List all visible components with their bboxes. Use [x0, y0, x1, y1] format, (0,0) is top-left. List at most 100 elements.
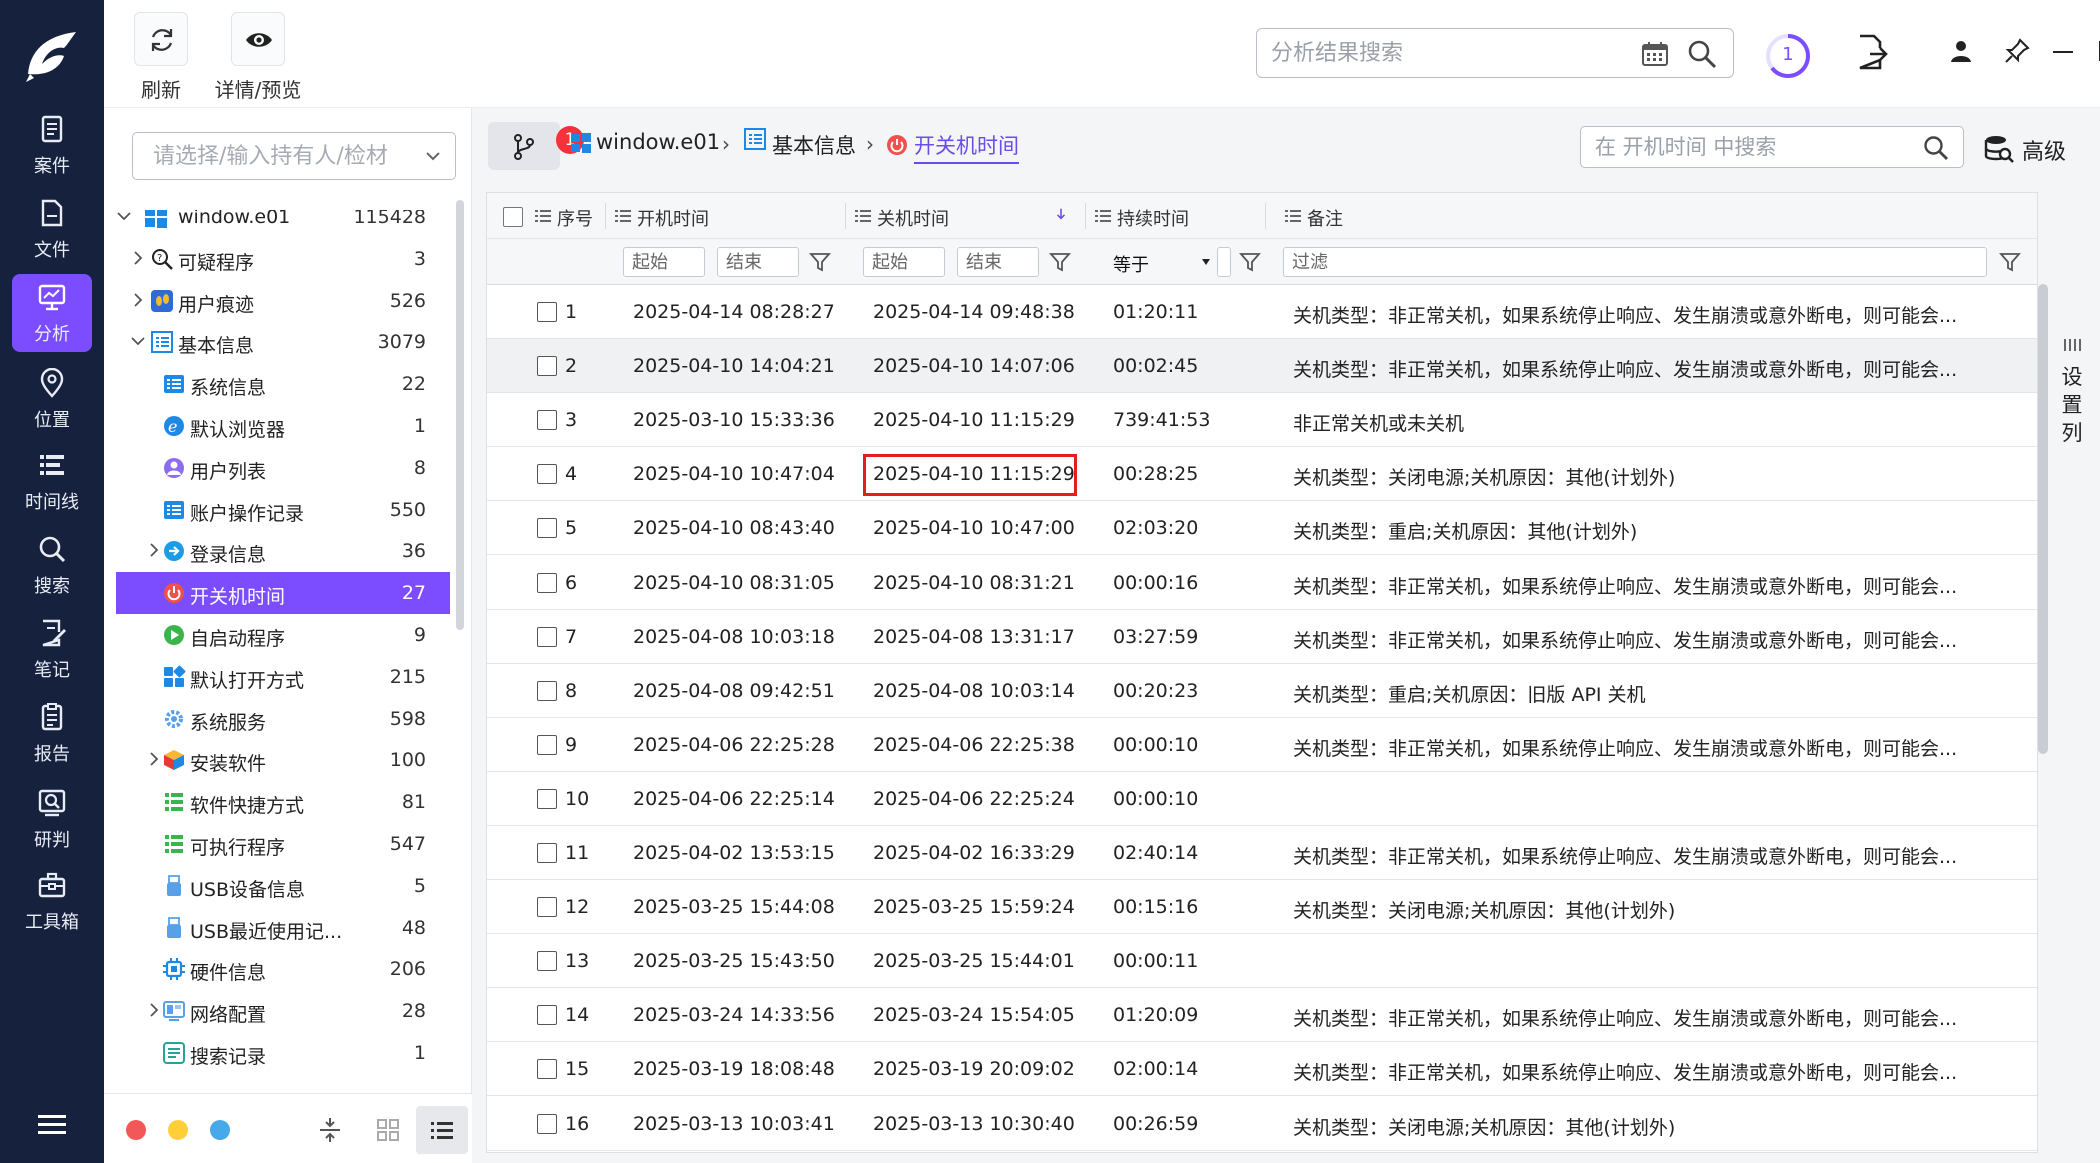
- holder-select[interactable]: [132, 132, 456, 180]
- column-header-shutdown-time[interactable]: 关机时间: [877, 205, 949, 231]
- table-row[interactable]: 13 2025-03-25 15:43:50 2025-03-25 15:44:01…: [487, 934, 2037, 989]
- nav-item-timeline[interactable]: 时间线: [12, 442, 92, 520]
- filter-icon[interactable]: [1049, 251, 1071, 273]
- row-checkbox[interactable]: [537, 951, 557, 972]
- column-header-index[interactable]: 序号: [557, 205, 593, 231]
- chevron-right-icon[interactable]: [146, 1002, 162, 1018]
- nav-item-analysis[interactable]: 分析: [12, 274, 92, 352]
- tree-item[interactable]: 开关机时间 27: [116, 572, 450, 615]
- task-progress-indicator[interactable]: 1: [1764, 32, 1812, 80]
- nav-item-case[interactable]: 案件: [12, 106, 92, 184]
- tree-item[interactable]: ? 可疑程序 3: [116, 238, 450, 280]
- table-row[interactable]: 16 2025-03-13 10:03:41 2025-03-13 10:30:40…: [487, 1097, 2037, 1151]
- tree-item[interactable]: 基本信息 3079: [116, 321, 450, 363]
- tree-scrollbar[interactable]: [456, 200, 464, 630]
- table-scrollbar[interactable]: [2038, 284, 2048, 754]
- table-row[interactable]: 10 2025-04-06 22:25:14 2025-04-06 22:25:24…: [487, 772, 2037, 826]
- duration-operator-select[interactable]: 等于: [1101, 247, 1215, 277]
- boot-time-start-filter[interactable]: [623, 247, 705, 277]
- nav-item-search[interactable]: 搜索: [12, 526, 92, 604]
- refresh-button[interactable]: 刷新: [134, 12, 188, 103]
- filter-icon[interactable]: [1239, 251, 1261, 273]
- chevron-down-icon[interactable]: [130, 333, 146, 349]
- chevron-right-icon[interactable]: [130, 250, 146, 266]
- pin-icon[interactable]: [2004, 38, 2030, 64]
- table-row[interactable]: 5 2025-04-10 08:43:40 2025-04-10 10:47:00 0…: [487, 501, 2037, 556]
- tree-item[interactable]: USB最近使用记... 48: [116, 907, 450, 949]
- chevron-right-icon[interactable]: [146, 751, 162, 767]
- row-checkbox[interactable]: [537, 518, 557, 539]
- table-row[interactable]: 9 2025-04-06 22:25:28 2025-04-06 22:25:38 0…: [487, 718, 2037, 772]
- row-checkbox[interactable]: [537, 1005, 557, 1026]
- row-checkbox[interactable]: [537, 302, 557, 322]
- tree-item[interactable]: e 默认浏览器 1: [116, 405, 450, 447]
- filter-icon[interactable]: [809, 251, 831, 273]
- tree-item[interactable]: 软件快捷方式 81: [116, 781, 450, 823]
- blue-tag-filter[interactable]: [210, 1120, 230, 1140]
- tree-item[interactable]: 用户痕迹 526: [116, 280, 450, 322]
- nav-item-notes[interactable]: 笔记: [12, 610, 92, 688]
- table-row[interactable]: 6 2025-04-10 08:31:05 2025-04-10 08:31:21 0…: [487, 556, 2037, 610]
- collapse-all-icon[interactable]: [316, 1116, 344, 1144]
- select-all-checkbox[interactable]: [503, 207, 523, 227]
- row-checkbox[interactable]: [537, 897, 557, 918]
- boot-time-end-filter[interactable]: [717, 247, 799, 277]
- table-row[interactable]: 11 2025-04-02 13:53:15 2025-04-02 16:33:29…: [487, 826, 2037, 880]
- row-checkbox[interactable]: [537, 356, 557, 377]
- row-checkbox[interactable]: [537, 843, 557, 863]
- table-row[interactable]: 4 2025-04-10 10:47:04 2025-04-10 11:15:29 0…: [487, 447, 2037, 502]
- column-menu-icon[interactable]: [1095, 209, 1111, 223]
- breadcrumb-item-basic-info[interactable]: 基本信息: [772, 130, 856, 160]
- column-menu-icon[interactable]: [1285, 209, 1301, 223]
- search-icon[interactable]: [1923, 135, 1949, 161]
- table-row[interactable]: 15 2025-03-19 18:08:48 2025-03-19 20:09:02…: [487, 1042, 2037, 1097]
- row-checkbox[interactable]: [537, 572, 557, 593]
- row-checkbox[interactable]: [537, 1113, 557, 1134]
- grid-view-icon[interactable]: [374, 1116, 402, 1144]
- table-row[interactable]: 14 2025-03-24 14:33:56 2025-03-24 15:54:05…: [487, 988, 2037, 1043]
- row-checkbox[interactable]: [537, 1059, 557, 1080]
- column-menu-icon[interactable]: [855, 209, 871, 223]
- tree-item[interactable]: 用户列表 8: [116, 447, 450, 489]
- row-checkbox[interactable]: [537, 626, 557, 647]
- yellow-tag-filter[interactable]: [168, 1120, 188, 1140]
- list-view-button[interactable]: [416, 1106, 468, 1154]
- user-account-icon[interactable]: [1948, 38, 1974, 64]
- tree-item[interactable]: 账户操作记录 550: [116, 489, 450, 531]
- breadcrumb-item-image[interactable]: window.e01: [596, 130, 720, 154]
- column-menu-icon[interactable]: [535, 209, 551, 223]
- filter-icon[interactable]: [1999, 251, 2021, 273]
- shutdown-time-start-filter[interactable]: [863, 247, 945, 277]
- nav-item-judge[interactable]: 研判: [12, 780, 92, 858]
- tree-item[interactable]: 系统信息 22: [116, 363, 450, 405]
- tree-item[interactable]: 网络配置 28: [116, 990, 450, 1032]
- row-checkbox[interactable]: [537, 788, 557, 809]
- table-row[interactable]: 8 2025-04-08 09:42:51 2025-04-08 10:03:14 0…: [487, 664, 2037, 718]
- result-search-input[interactable]: [1271, 37, 1631, 69]
- shutdown-time-end-filter[interactable]: [957, 247, 1039, 277]
- notes-filter[interactable]: [1283, 247, 1987, 277]
- tree-item[interactable]: 安装软件 100: [116, 739, 450, 781]
- tree-item[interactable]: 硬件信息 206: [116, 948, 450, 990]
- duration-value-filter[interactable]: [1217, 247, 1231, 277]
- branch-button[interactable]: 1: [488, 122, 584, 170]
- tree-item[interactable]: 搜索记录 1: [116, 1032, 450, 1074]
- table-row[interactable]: 1 2025-04-14 08:28:27 2025-04-14 09:48:38 0…: [487, 285, 2037, 339]
- table-search-input[interactable]: [1595, 133, 1895, 161]
- table-row[interactable]: 12 2025-03-25 15:44:08 2025-03-25 15:59:24…: [487, 880, 2037, 935]
- main-menu-icon[interactable]: [36, 1112, 68, 1138]
- table-row[interactable]: 7 2025-04-08 10:03:18 2025-04-08 13:31:17 0…: [487, 610, 2037, 664]
- column-settings-button[interactable]: 设置列: [2052, 192, 2092, 492]
- nav-item-report[interactable]: 报告: [12, 694, 92, 772]
- column-header-duration[interactable]: 持续时间: [1117, 205, 1189, 231]
- sort-descending-icon[interactable]: [1053, 207, 1069, 221]
- details-preview-button[interactable]: 详情/预览: [210, 12, 306, 103]
- tree-item[interactable]: 登录信息 36: [116, 530, 450, 572]
- red-tag-filter[interactable]: [126, 1120, 146, 1140]
- nav-item-location[interactable]: 位置: [12, 360, 92, 438]
- search-icon[interactable]: [1687, 39, 1717, 69]
- tree-item[interactable]: 系统服务 598: [116, 698, 450, 740]
- column-menu-icon[interactable]: [615, 209, 631, 223]
- column-header-boot-time[interactable]: 开机时间: [637, 205, 709, 231]
- row-checkbox[interactable]: [537, 410, 557, 431]
